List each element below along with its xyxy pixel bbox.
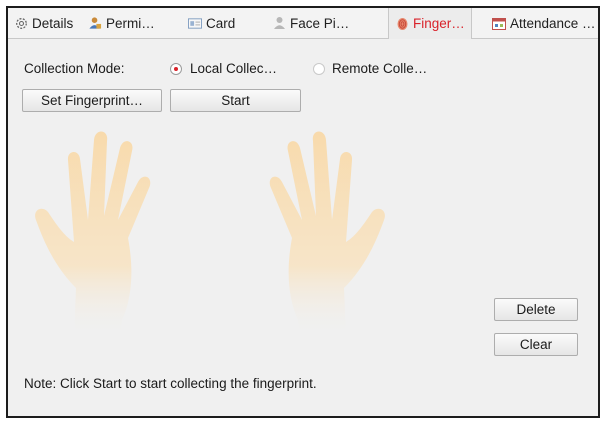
left-hand-icon [35, 131, 151, 338]
tab-attendance[interactable]: Attendance … [492, 8, 596, 38]
tab-face-picture[interactable]: Face Pi… [272, 8, 349, 38]
tab-label: Finger… [413, 16, 465, 31]
gear-icon [14, 16, 28, 30]
tab-label: Details [32, 15, 74, 31]
fingerprint-icon [395, 17, 409, 31]
tab-fingerprint[interactable]: Finger… [388, 8, 472, 39]
set-fingerprint-button[interactable]: Set Fingerprint… [22, 89, 162, 112]
start-button[interactable]: Start [170, 89, 301, 112]
right-hand-icon [269, 131, 385, 338]
remote-collection-radio[interactable] [313, 63, 325, 75]
note-text: Note: Click Start to start collecting th… [24, 376, 317, 391]
fingerprint-panel: Details Permi… Card Face Pi… Finger… Att… [6, 6, 600, 418]
tab-label: Card [206, 15, 236, 31]
collection-mode-label: Collection Mode: [24, 61, 125, 76]
tab-label: Face Pi… [290, 15, 350, 31]
tab-card[interactable]: Card [188, 8, 235, 38]
tab-label: Attendance … [510, 15, 596, 31]
card-icon [188, 16, 202, 30]
tab-label: Permi… [106, 15, 155, 31]
local-collection-label[interactable]: Local Collec… [190, 61, 277, 76]
clear-button[interactable]: Clear [494, 333, 578, 356]
remote-collection-label[interactable]: Remote Colle… [332, 61, 427, 76]
delete-button[interactable]: Delete [494, 298, 578, 321]
tab-details[interactable]: Details [14, 8, 73, 38]
face-person-icon [272, 16, 286, 30]
tab-bar: Details Permi… Card Face Pi… Finger… Att… [8, 8, 598, 39]
user-permission-icon [88, 16, 102, 30]
hands-illustration [35, 131, 385, 338]
local-collection-radio[interactable] [170, 63, 182, 75]
tab-permission[interactable]: Permi… [88, 8, 155, 38]
calendar-icon [492, 16, 506, 30]
